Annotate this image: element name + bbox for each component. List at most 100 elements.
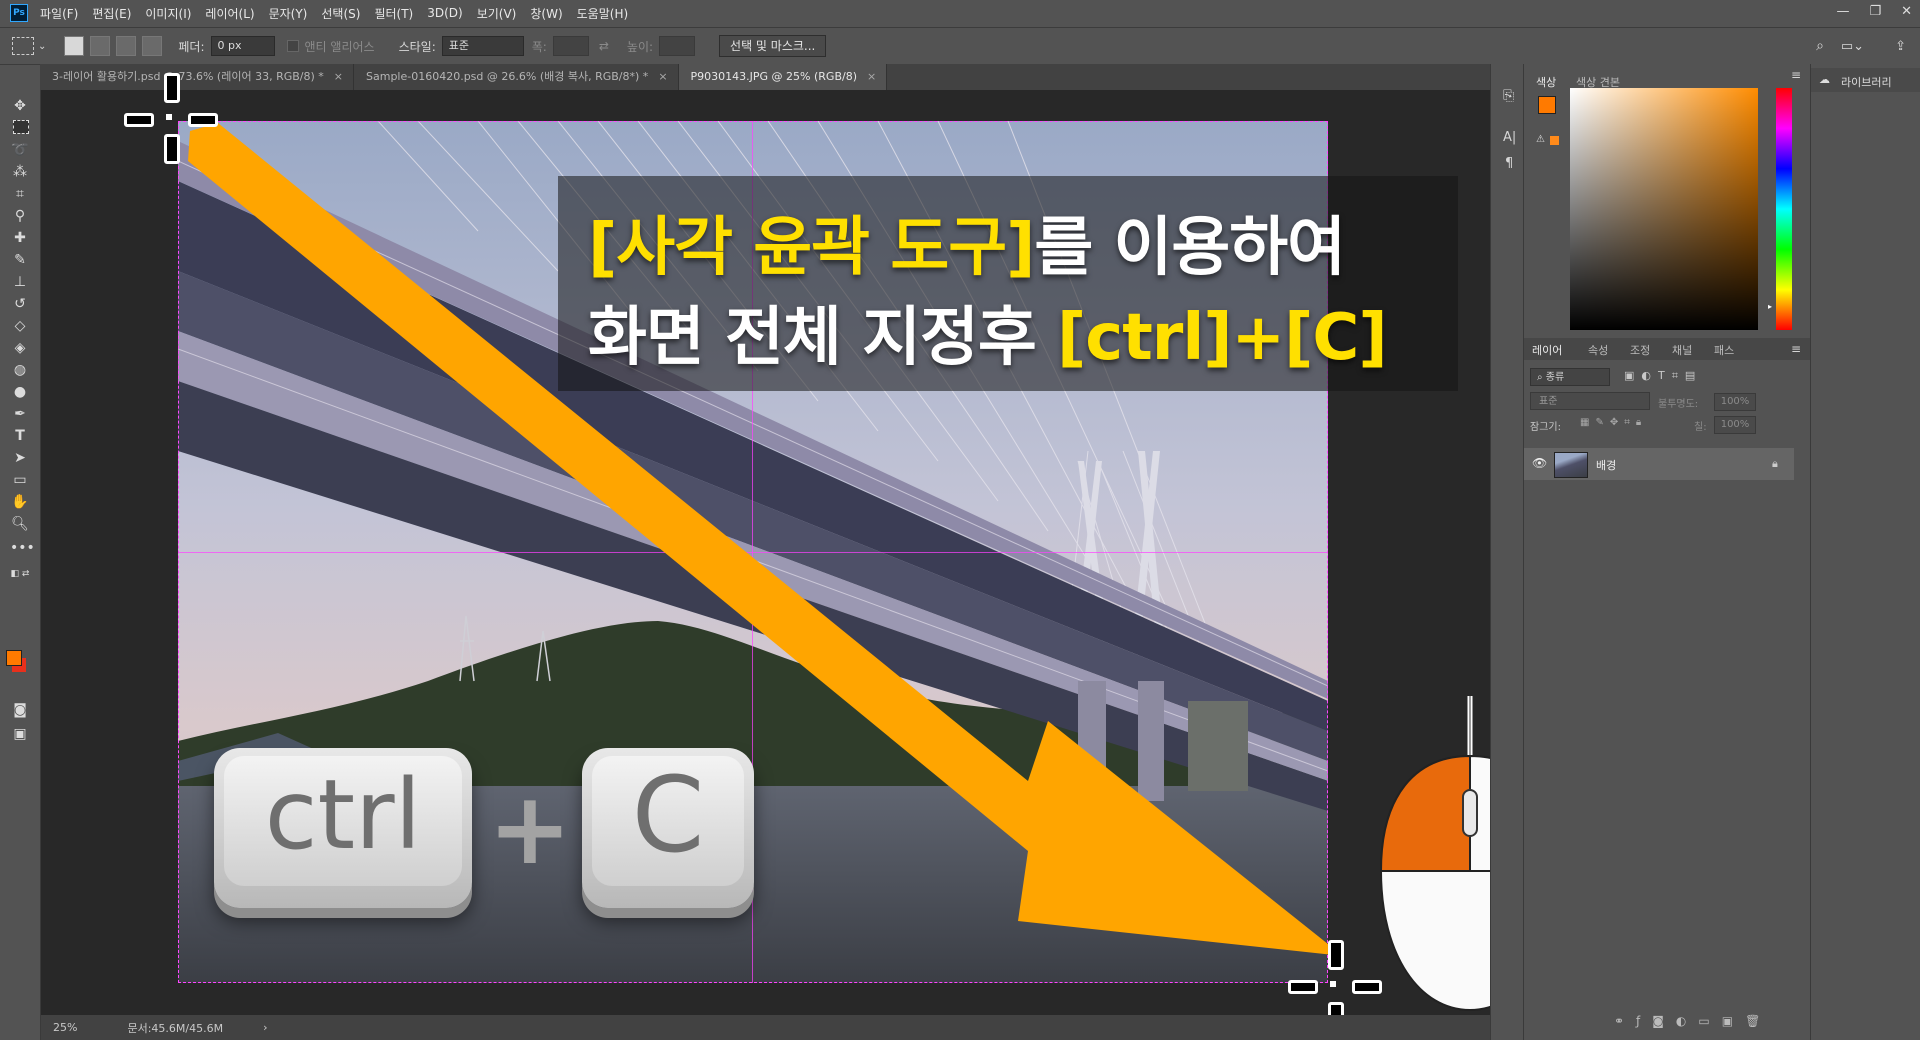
gamut-warning-icon[interactable]: ⚠ — [1536, 134, 1545, 145]
quick-mask-icon[interactable]: ◙ — [10, 700, 30, 720]
status-menu-arrow[interactable]: › — [263, 1021, 267, 1034]
style-select[interactable]: 표준 — [441, 36, 524, 56]
menu-edit[interactable]: 편집(E) — [92, 5, 131, 22]
document-tabs: 3-레이어 활용하기.psd @ 73.6% (레이어 33, RGB/8) *… — [40, 64, 1490, 90]
pen-tool-icon[interactable]: ✒ — [10, 404, 30, 424]
menu-file[interactable]: 파일(F) — [40, 5, 78, 22]
zoom-tool-icon[interactable]: 🔍︎ — [10, 514, 30, 534]
layer-row-background[interactable]: 👁︎ 배경 🔒︎ — [1524, 448, 1794, 480]
default-colors-icon[interactable]: ◧ ⇄ — [10, 564, 30, 584]
opacity-input[interactable]: 100% — [1714, 393, 1756, 411]
layer-name[interactable]: 배경 — [1596, 457, 1616, 473]
move-tool-icon[interactable]: ✥ — [10, 96, 30, 116]
menu-view[interactable]: 보기(V) — [477, 5, 517, 22]
height-input[interactable] — [659, 36, 696, 56]
subtract-selection-icon[interactable] — [116, 36, 137, 56]
blur-tool-icon[interactable]: ◍ — [10, 360, 30, 380]
lock-icons[interactable]: ▦✎✥⌗🔒︎ — [1580, 417, 1647, 428]
tab-adjustments[interactable]: 조정 — [1630, 342, 1650, 358]
tab-paths[interactable]: 패스 — [1714, 342, 1734, 358]
close-icon[interactable]: × — [334, 70, 343, 83]
healing-brush-tool-icon[interactable]: ✚ — [10, 228, 30, 248]
lock-icon[interactable]: 🔒︎ — [1772, 457, 1778, 471]
type-tool-icon[interactable]: T — [10, 426, 30, 446]
paragraph-panel-icon[interactable]: ¶ — [1505, 156, 1513, 171]
workspace-icon[interactable]: ▭⌄ — [1841, 39, 1864, 54]
marquee-tool-preset-icon[interactable] — [12, 37, 34, 55]
tab-layers[interactable]: 레이어 — [1532, 342, 1562, 358]
menu-image[interactable]: 이미지(I) — [145, 5, 191, 22]
new-selection-icon[interactable] — [64, 36, 85, 56]
path-selection-tool-icon[interactable]: ➤ — [10, 448, 30, 468]
c-key-graphic: C — [582, 748, 754, 908]
menu-3d[interactable]: 3D(D) — [427, 6, 462, 20]
layers-footer-icons[interactable]: ⚭ƒ◙◐▭▣🗑︎ — [1614, 1014, 1772, 1028]
color-layers-panel: 색상 색상 견본 ≡ ⚠ ▸ 레이어 속성 조정 채널 패스 ≡ ⌕ 종류 ▣◐… — [1523, 64, 1811, 1040]
layer-filter-icons[interactable]: ▣◐T⌗▤ — [1624, 369, 1702, 383]
character-panel-icon[interactable]: A| — [1503, 130, 1516, 145]
foreground-color-swatch[interactable] — [1538, 96, 1556, 114]
add-selection-icon[interactable] — [90, 36, 111, 56]
color-field[interactable] — [1570, 88, 1758, 330]
crosshair-marker-bottom-right — [1330, 981, 1336, 987]
tab-color[interactable]: 색상 — [1536, 74, 1556, 90]
eraser-tool-icon[interactable]: ◇ — [10, 316, 30, 336]
creative-cloud-icon: ☁ — [1819, 73, 1830, 86]
select-and-mask-button[interactable]: 선택 및 마스크... — [719, 35, 827, 57]
close-icon[interactable]: × — [867, 70, 876, 83]
tab-properties[interactable]: 속성 — [1588, 342, 1608, 358]
lasso-tool-icon[interactable]: ➰ — [10, 140, 30, 160]
minimize-button[interactable]: — — [1836, 4, 1849, 19]
clone-stamp-tool-icon[interactable]: ⊥ — [10, 272, 30, 292]
menu-help[interactable]: 도움말(H) — [577, 5, 629, 22]
close-window-button[interactable]: ✕ — [1901, 4, 1912, 19]
rectangle-tool-icon[interactable]: ▭ — [10, 470, 30, 490]
paint-bucket-tool-icon[interactable]: ◈ — [10, 338, 30, 358]
panel-menu-icon[interactable]: ≡ — [1791, 342, 1801, 356]
magic-wand-tool-icon[interactable]: ⁂ — [10, 162, 30, 182]
share-icon[interactable]: ⇪ — [1895, 39, 1906, 54]
intersect-selection-icon[interactable] — [142, 36, 163, 56]
layer-thumbnail — [1554, 452, 1588, 478]
libraries-label[interactable]: 라이브러리 — [1841, 74, 1892, 90]
screen-mode-icon[interactable]: ▣ — [10, 724, 30, 744]
menu-filter[interactable]: 필터(T) — [374, 5, 413, 22]
swap-dimensions-icon[interactable]: ⇄ — [599, 39, 609, 53]
dodge-tool-icon[interactable]: ● — [10, 382, 30, 402]
foreground-color-swatch[interactable] — [6, 650, 22, 666]
hue-slider-handle[interactable]: ▸ — [1768, 302, 1772, 311]
chevron-down-icon[interactable]: ⌄ — [38, 41, 46, 52]
feather-input[interactable]: 0 px — [210, 36, 275, 56]
gamut-color-swatch[interactable] — [1550, 136, 1559, 145]
crop-tool-icon[interactable]: ⌗ — [10, 184, 30, 204]
tab-document-2[interactable]: Sample-0160420.psd @ 26.6% (배경 복사, RGB/8… — [354, 64, 679, 90]
layers-tabs-bar — [1524, 338, 1811, 360]
antialias-label: 앤티 앨리어스 — [304, 39, 375, 54]
history-panel-icon[interactable]: ⎘ — [1503, 88, 1514, 104]
zoom-level[interactable]: 25% — [53, 1021, 77, 1034]
antialias-checkbox[interactable] — [286, 40, 299, 52]
hue-slider[interactable] — [1776, 88, 1792, 330]
fill-input[interactable]: 100% — [1714, 416, 1756, 434]
menu-select[interactable]: 선택(S) — [321, 5, 360, 22]
menu-type[interactable]: 문자(Y) — [269, 5, 308, 22]
tab-document-1[interactable]: 3-레이어 활용하기.psd @ 73.6% (레이어 33, RGB/8) *… — [40, 64, 354, 90]
brush-tool-icon[interactable]: ✎ — [10, 250, 30, 270]
search-icon[interactable]: ⌕ — [1816, 38, 1824, 54]
rectangular-marquee-tool-icon[interactable] — [13, 120, 29, 134]
more-tools-icon[interactable]: ••• — [10, 538, 35, 558]
close-icon[interactable]: × — [658, 70, 667, 83]
panel-menu-icon[interactable]: ≡ — [1791, 68, 1801, 82]
eye-icon[interactable]: 👁︎ — [1532, 456, 1547, 470]
restore-button[interactable]: ❐ — [1869, 4, 1881, 19]
tab-channels[interactable]: 채널 — [1672, 342, 1692, 358]
menu-window[interactable]: 창(W) — [530, 5, 562, 22]
blend-mode-select[interactable]: 표준 — [1530, 392, 1650, 410]
width-input[interactable] — [552, 36, 589, 56]
history-brush-tool-icon[interactable]: ↺ — [10, 294, 30, 314]
hand-tool-icon[interactable]: ✋ — [10, 492, 30, 512]
menu-layer[interactable]: 레이어(L) — [205, 5, 254, 22]
eyedropper-tool-icon[interactable]: ⚲ — [10, 206, 30, 226]
layer-filter-select[interactable]: ⌕ 종류 — [1530, 368, 1610, 386]
tab-document-3[interactable]: P9030143.JPG @ 25% (RGB/8) × — [678, 64, 888, 90]
